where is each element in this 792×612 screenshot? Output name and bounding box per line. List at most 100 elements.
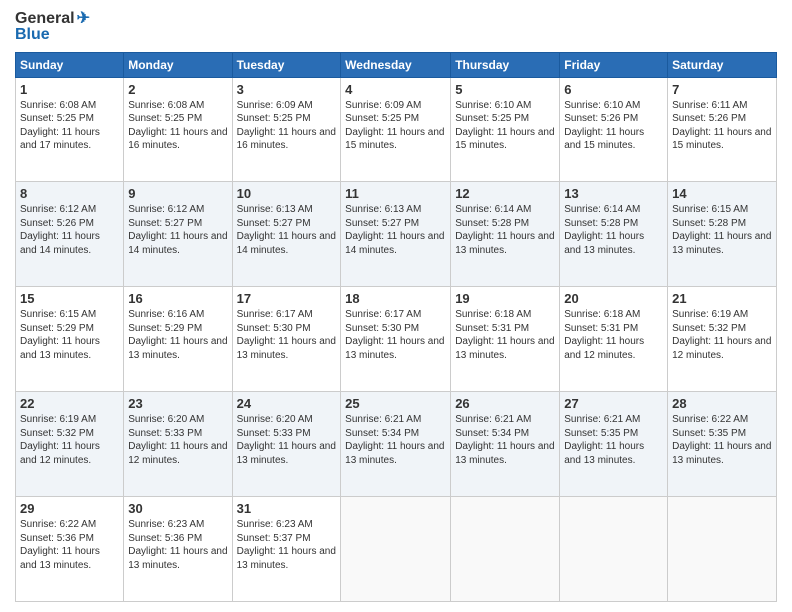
- calendar-cell: 24 Sunrise: 6:20 AM Sunset: 5:33 PM Dayl…: [232, 392, 341, 497]
- calendar-cell: 7 Sunrise: 6:11 AM Sunset: 5:26 PM Dayli…: [668, 77, 777, 182]
- day-number: 10: [237, 186, 337, 201]
- day-info: Sunrise: 6:18 AM Sunset: 5:31 PM Dayligh…: [564, 308, 663, 362]
- daylight-label: Daylight: 11 hours and 15 minutes.: [455, 127, 554, 152]
- calendar: SundayMondayTuesdayWednesdayThursdayFrid…: [15, 52, 777, 602]
- calendar-cell: 25 Sunrise: 6:21 AM Sunset: 5:34 PM Dayl…: [341, 392, 451, 497]
- day-info: Sunrise: 6:21 AM Sunset: 5:34 PM Dayligh…: [455, 413, 555, 467]
- daylight-label: Daylight: 11 hours and 13 minutes.: [455, 441, 554, 466]
- sunrise-label: Sunrise: 6:10 AM: [564, 100, 640, 111]
- day-number: 8: [20, 186, 119, 201]
- day-info: Sunrise: 6:10 AM Sunset: 5:25 PM Dayligh…: [455, 99, 555, 153]
- daylight-label: Daylight: 11 hours and 13 minutes.: [564, 231, 644, 256]
- calendar-cell: 10 Sunrise: 6:13 AM Sunset: 5:27 PM Dayl…: [232, 182, 341, 287]
- sunrise-label: Sunrise: 6:14 AM: [564, 204, 640, 215]
- calendar-cell: 15 Sunrise: 6:15 AM Sunset: 5:29 PM Dayl…: [16, 287, 124, 392]
- sunrise-label: Sunrise: 6:23 AM: [237, 519, 313, 530]
- calendar-cell: 5 Sunrise: 6:10 AM Sunset: 5:25 PM Dayli…: [451, 77, 560, 182]
- daylight-label: Daylight: 11 hours and 13 minutes.: [345, 441, 444, 466]
- day-number: 20: [564, 291, 663, 306]
- day-info: Sunrise: 6:12 AM Sunset: 5:27 PM Dayligh…: [128, 203, 227, 257]
- sunset-label: Sunset: 5:28 PM: [564, 218, 638, 229]
- day-info: Sunrise: 6:23 AM Sunset: 5:37 PM Dayligh…: [237, 518, 337, 572]
- sunset-label: Sunset: 5:33 PM: [237, 428, 311, 439]
- day-number: 29: [20, 501, 119, 516]
- daylight-label: Daylight: 11 hours and 13 minutes.: [672, 441, 771, 466]
- sunset-label: Sunset: 5:31 PM: [455, 323, 529, 334]
- day-number: 27: [564, 396, 663, 411]
- day-info: Sunrise: 6:16 AM Sunset: 5:29 PM Dayligh…: [128, 308, 227, 362]
- sunset-label: Sunset: 5:34 PM: [455, 428, 529, 439]
- sunrise-label: Sunrise: 6:12 AM: [20, 204, 96, 215]
- sunset-label: Sunset: 5:27 PM: [128, 218, 202, 229]
- sunset-label: Sunset: 5:33 PM: [128, 428, 202, 439]
- day-info: Sunrise: 6:13 AM Sunset: 5:27 PM Dayligh…: [237, 203, 337, 257]
- sunset-label: Sunset: 5:26 PM: [564, 113, 638, 124]
- calendar-week-2: 8 Sunrise: 6:12 AM Sunset: 5:26 PM Dayli…: [16, 182, 777, 287]
- sunrise-label: Sunrise: 6:17 AM: [237, 309, 313, 320]
- day-number: 21: [672, 291, 772, 306]
- day-info: Sunrise: 6:15 AM Sunset: 5:29 PM Dayligh…: [20, 308, 119, 362]
- calendar-header-sunday: Sunday: [16, 52, 124, 77]
- sunset-label: Sunset: 5:30 PM: [345, 323, 419, 334]
- sunrise-label: Sunrise: 6:14 AM: [455, 204, 531, 215]
- daylight-label: Daylight: 11 hours and 13 minutes.: [20, 546, 100, 571]
- calendar-cell: [668, 497, 777, 602]
- day-number: 31: [237, 501, 337, 516]
- sunrise-label: Sunrise: 6:15 AM: [672, 204, 748, 215]
- sunrise-label: Sunrise: 6:20 AM: [237, 414, 313, 425]
- day-number: 14: [672, 186, 772, 201]
- sunrise-label: Sunrise: 6:08 AM: [20, 100, 96, 111]
- day-info: Sunrise: 6:20 AM Sunset: 5:33 PM Dayligh…: [128, 413, 227, 467]
- daylight-label: Daylight: 11 hours and 13 minutes.: [672, 231, 771, 256]
- sunset-label: Sunset: 5:31 PM: [564, 323, 638, 334]
- day-info: Sunrise: 6:21 AM Sunset: 5:34 PM Dayligh…: [345, 413, 446, 467]
- calendar-cell: 13 Sunrise: 6:14 AM Sunset: 5:28 PM Dayl…: [560, 182, 668, 287]
- sunset-label: Sunset: 5:29 PM: [20, 323, 94, 334]
- daylight-label: Daylight: 11 hours and 12 minutes.: [128, 441, 227, 466]
- calendar-cell: 17 Sunrise: 6:17 AM Sunset: 5:30 PM Dayl…: [232, 287, 341, 392]
- sunset-label: Sunset: 5:25 PM: [345, 113, 419, 124]
- calendar-cell: [560, 497, 668, 602]
- logo: General✈ Blue: [15, 10, 90, 44]
- calendar-cell: 16 Sunrise: 6:16 AM Sunset: 5:29 PM Dayl…: [124, 287, 232, 392]
- calendar-cell: 2 Sunrise: 6:08 AM Sunset: 5:25 PM Dayli…: [124, 77, 232, 182]
- sunrise-label: Sunrise: 6:15 AM: [20, 309, 96, 320]
- sunrise-label: Sunrise: 6:11 AM: [672, 100, 747, 111]
- calendar-cell: [341, 497, 451, 602]
- daylight-label: Daylight: 11 hours and 13 minutes.: [128, 546, 227, 571]
- sunset-label: Sunset: 5:27 PM: [237, 218, 311, 229]
- day-number: 6: [564, 82, 663, 97]
- calendar-header-monday: Monday: [124, 52, 232, 77]
- day-number: 17: [237, 291, 337, 306]
- calendar-cell: 20 Sunrise: 6:18 AM Sunset: 5:31 PM Dayl…: [560, 287, 668, 392]
- daylight-label: Daylight: 11 hours and 13 minutes.: [128, 336, 227, 361]
- calendar-week-1: 1 Sunrise: 6:08 AM Sunset: 5:25 PM Dayli…: [16, 77, 777, 182]
- sunset-label: Sunset: 5:36 PM: [128, 533, 202, 544]
- day-info: Sunrise: 6:18 AM Sunset: 5:31 PM Dayligh…: [455, 308, 555, 362]
- sunrise-label: Sunrise: 6:19 AM: [672, 309, 748, 320]
- daylight-label: Daylight: 11 hours and 13 minutes.: [455, 231, 554, 256]
- daylight-label: Daylight: 11 hours and 14 minutes.: [128, 231, 227, 256]
- calendar-cell: 22 Sunrise: 6:19 AM Sunset: 5:32 PM Dayl…: [16, 392, 124, 497]
- sunset-label: Sunset: 5:26 PM: [672, 113, 746, 124]
- daylight-label: Daylight: 11 hours and 14 minutes.: [237, 231, 336, 256]
- calendar-cell: 21 Sunrise: 6:19 AM Sunset: 5:32 PM Dayl…: [668, 287, 777, 392]
- calendar-cell: 30 Sunrise: 6:23 AM Sunset: 5:36 PM Dayl…: [124, 497, 232, 602]
- day-number: 26: [455, 396, 555, 411]
- calendar-week-5: 29 Sunrise: 6:22 AM Sunset: 5:36 PM Dayl…: [16, 497, 777, 602]
- sunset-label: Sunset: 5:25 PM: [237, 113, 311, 124]
- day-info: Sunrise: 6:08 AM Sunset: 5:25 PM Dayligh…: [128, 99, 227, 153]
- sunset-label: Sunset: 5:35 PM: [672, 428, 746, 439]
- day-info: Sunrise: 6:19 AM Sunset: 5:32 PM Dayligh…: [20, 413, 119, 467]
- daylight-label: Daylight: 11 hours and 16 minutes.: [128, 127, 227, 152]
- day-number: 4: [345, 82, 446, 97]
- day-number: 11: [345, 186, 446, 201]
- daylight-label: Daylight: 11 hours and 13 minutes.: [237, 546, 336, 571]
- calendar-header-friday: Friday: [560, 52, 668, 77]
- calendar-week-3: 15 Sunrise: 6:15 AM Sunset: 5:29 PM Dayl…: [16, 287, 777, 392]
- sunset-label: Sunset: 5:36 PM: [20, 533, 94, 544]
- day-number: 23: [128, 396, 227, 411]
- day-number: 2: [128, 82, 227, 97]
- calendar-cell: 18 Sunrise: 6:17 AM Sunset: 5:30 PM Dayl…: [341, 287, 451, 392]
- day-info: Sunrise: 6:14 AM Sunset: 5:28 PM Dayligh…: [455, 203, 555, 257]
